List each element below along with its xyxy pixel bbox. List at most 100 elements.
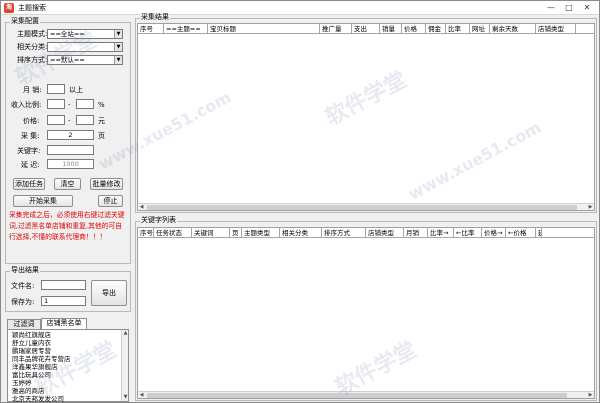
keywords-column-header[interactable]: 月销 <box>404 228 428 238</box>
ratio-from-input[interactable] <box>47 99 65 109</box>
price-from-input[interactable] <box>47 115 65 125</box>
maximize-icon[interactable]: □ <box>560 1 578 14</box>
results-column-header[interactable]: 支出 <box>352 24 380 34</box>
keywords-column-header[interactable]: 序号 <box>138 228 154 238</box>
blacklist-vscroll[interactable]: ▲ ▼ <box>121 330 128 401</box>
results-column-header[interactable]: 序号 <box>138 24 164 34</box>
keywords-column-header[interactable]: 相关分类 <box>280 228 322 238</box>
chevron-down-icon: ▼ <box>114 56 122 64</box>
results-hscroll[interactable]: ◀ ▶ <box>138 203 594 210</box>
title-bar: 淘 主题搜索 — □ ✕ <box>1 1 599 15</box>
config-group-title: 采集配置 <box>10 17 40 26</box>
keywords-hscroll[interactable]: ◀ ▶ <box>138 391 594 398</box>
blacklist-item[interactable]: 洋鑫果华旗舰店 <box>10 363 118 371</box>
theme-mode-label: 主题模式: <box>17 30 48 38</box>
keyword-label: 关键字: <box>17 147 41 155</box>
collect-pages-input[interactable]: 2 <box>47 130 94 140</box>
keywords-column-header[interactable]: 比率→ <box>428 228 454 238</box>
blacklist-item[interactable]: 鹏瑞家居专营 <box>10 347 118 355</box>
app-icon: 淘 <box>4 3 14 13</box>
keywords-table[interactable]: 序号 任务状态 关键词页主题类型 相关分类 排序方式 店铺类型 月销 比率→ ←比率 价格→ ←价格… <box>137 227 595 399</box>
results-table-header: 序号 ==主题== 宝贝标题 推广量 支出 销量 价格 佣金 比率 网址 剩余天数 店铺类型 <box>138 24 594 34</box>
keyword-input[interactable] <box>47 145 94 155</box>
results-column-header[interactable]: 比率 <box>446 24 470 34</box>
saveas-label: 保存为: <box>11 298 35 306</box>
tab-filter-words[interactable]: 过滤词 <box>7 319 41 329</box>
scroll-right-icon[interactable]: ▶ <box>587 392 594 399</box>
category-select[interactable]: ▼ <box>47 42 123 52</box>
keywords-column-header[interactable]: 任务状态 <box>154 228 192 238</box>
keywords-column-header[interactable]: 排序方式 <box>322 228 366 238</box>
saveas-input[interactable]: 1 <box>41 296 86 306</box>
sort-value: ==默认== <box>50 56 85 64</box>
export-button[interactable]: 导出 <box>91 280 127 306</box>
ratio-to-input[interactable] <box>76 99 94 109</box>
keywords-column-header[interactable]: 价格→ <box>482 228 506 238</box>
keywords-column-header[interactable]: 页 <box>230 228 242 238</box>
blacklist-items: 颖尚红旗舰店 舒立儿童内衣 鹏瑞家居专营 同丰品牌花卉专营店 洋鑫果华旗舰店 富比玩具公司… <box>10 331 118 403</box>
main-window: 淘 主题搜索 — □ ✕ 采集配置 主题模式: ==全站== ▼ 相关分类: ▼… <box>0 0 600 403</box>
keywords-column-header[interactable]: 店铺类型 <box>366 228 404 238</box>
keywords-column-header[interactable]: ←比率 <box>454 228 482 238</box>
blacklist-item[interactable]: 雅高的商店 <box>10 387 118 395</box>
tab-shop-blacklist[interactable]: 店铺黑名单 <box>41 318 87 329</box>
scroll-left-icon[interactable]: ◀ <box>138 392 145 399</box>
warning-message: 采集完成之后，必须使用右键过滤关键词,过滤黑名单店铺和重复,其他的可自行选择,不… <box>9 211 125 241</box>
blacklist-item[interactable]: 颖尚红旗舰店 <box>10 331 118 339</box>
results-table[interactable]: 序号 ==主题== 宝贝标题 推广量 支出 销量 价格 佣金 比率 网址 剩余天数 店铺类型 ◀ ▶ <box>137 23 595 211</box>
keywords-group-title: 关键字列表 <box>140 216 177 225</box>
results-column-header[interactable]: 价格 <box>402 24 426 34</box>
scroll-up-icon[interactable]: ▲ <box>122 330 129 337</box>
ratio-unit: % <box>98 101 105 109</box>
blacklist-listbox[interactable]: 颖尚红旗舰店 舒立儿童内衣 鹏瑞家居专营 同丰品牌花卉专营店 洋鑫果华旗舰店 富比玩具公司… <box>7 329 129 403</box>
keywords-column-header[interactable]: 关键词 <box>192 228 230 238</box>
add-task-button[interactable]: 添加任务 <box>13 178 45 190</box>
results-column-header[interactable]: 网址 <box>470 24 490 34</box>
blacklist-item[interactable]: 同丰品牌花卉专营店 <box>10 355 118 363</box>
price-label: 价格: <box>23 117 40 125</box>
start-collect-button[interactable]: 开始采集 <box>13 195 73 207</box>
batch-edit-button[interactable]: 批量修改 <box>90 178 123 190</box>
monthly-sales-suffix: 以上 <box>69 86 83 94</box>
filename-input[interactable] <box>41 280 86 290</box>
theme-mode-select[interactable]: ==全站== ▼ <box>47 29 123 39</box>
results-column-header[interactable]: 佣金 <box>426 24 446 34</box>
results-hscroll-thumb[interactable] <box>147 205 577 210</box>
results-column-header[interactable]: 店铺类型 <box>536 24 576 34</box>
keywords-column-header[interactable]: 主题类型 <box>242 228 280 238</box>
results-column-header[interactable]: 剩余天数 <box>490 24 536 34</box>
clear-button[interactable]: 清空 <box>54 178 81 190</box>
close-icon[interactable]: ✕ <box>578 1 596 14</box>
blacklist-item[interactable]: 玉婷婷 <box>10 379 118 387</box>
keywords-column-header[interactable]: 延 <box>536 228 542 238</box>
theme-mode-value: ==全站== <box>50 30 85 38</box>
scroll-left-icon[interactable]: ◀ <box>138 204 145 211</box>
category-label: 相关分类: <box>17 43 48 51</box>
window-title: 主题搜索 <box>18 4 46 12</box>
keywords-column-header[interactable]: ←价格 <box>506 228 536 238</box>
results-column-header[interactable]: 销量 <box>380 24 402 34</box>
ratio-dash: - <box>68 101 71 109</box>
monthly-sales-input[interactable] <box>47 84 65 94</box>
blacklist-item[interactable]: 富比玩具公司 <box>10 371 118 379</box>
keywords-hscroll-thumb[interactable] <box>147 393 567 398</box>
scroll-down-icon[interactable]: ▼ <box>122 394 129 401</box>
chevron-down-icon: ▼ <box>114 43 122 51</box>
price-to-input[interactable] <box>76 115 94 125</box>
keywords-table-header: 序号 任务状态 关键词页主题类型 相关分类 排序方式 店铺类型 月销 比率→ ←比率 价格→ ←价格… <box>138 228 594 238</box>
delay-input[interactable]: 1000 <box>47 159 94 169</box>
scroll-right-icon[interactable]: ▶ <box>587 204 594 211</box>
price-dash: - <box>68 117 71 125</box>
stop-button[interactable]: 停止 <box>98 195 123 207</box>
results-column-header[interactable]: ==主题== <box>164 24 208 34</box>
chevron-down-icon: ▼ <box>114 30 122 38</box>
collect-pages-label: 采 集: <box>21 132 40 140</box>
results-column-header[interactable]: 宝贝标题 <box>208 24 320 34</box>
results-column-header[interactable]: 推广量 <box>320 24 352 34</box>
minimize-icon[interactable]: — <box>542 1 560 14</box>
blacklist-item[interactable]: 舒立儿童内衣 <box>10 339 118 347</box>
blacklist-item[interactable]: 北京天邦发发公司 <box>10 395 118 403</box>
results-group-title: 采集结果 <box>140 13 170 22</box>
sort-select[interactable]: ==默认== ▼ <box>47 55 123 65</box>
ratio-label: 收入比例: <box>11 101 42 109</box>
